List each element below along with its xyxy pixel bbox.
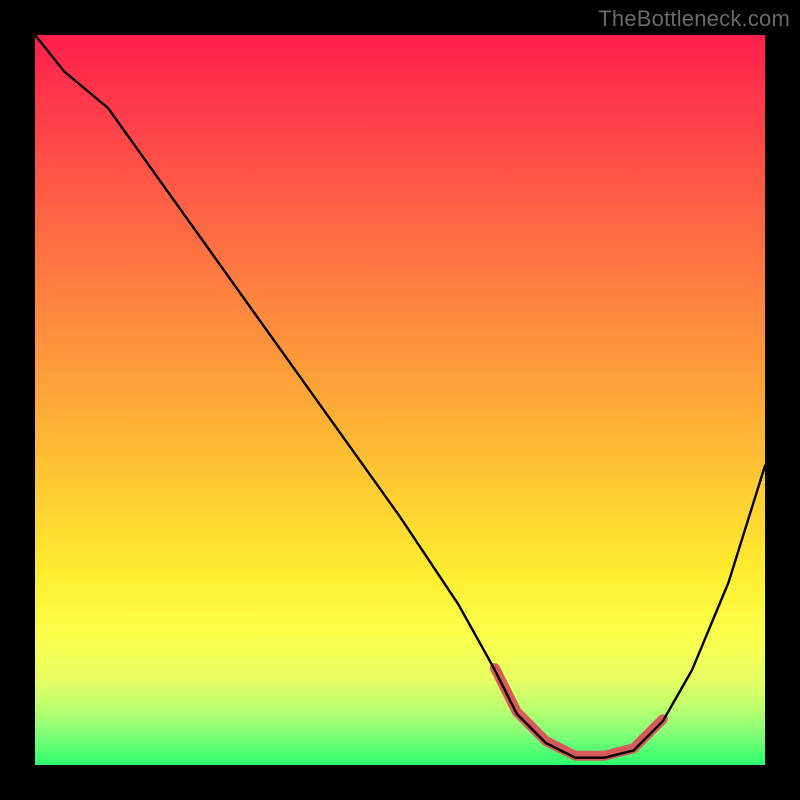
- bottleneck-curve: [35, 35, 765, 758]
- watermark-text: TheBottleneck.com: [598, 6, 790, 32]
- plot-area: [35, 35, 765, 765]
- optimal-range-highlight: [495, 668, 663, 756]
- curve-layer: [35, 35, 765, 765]
- chart-frame: TheBottleneck.com: [0, 0, 800, 800]
